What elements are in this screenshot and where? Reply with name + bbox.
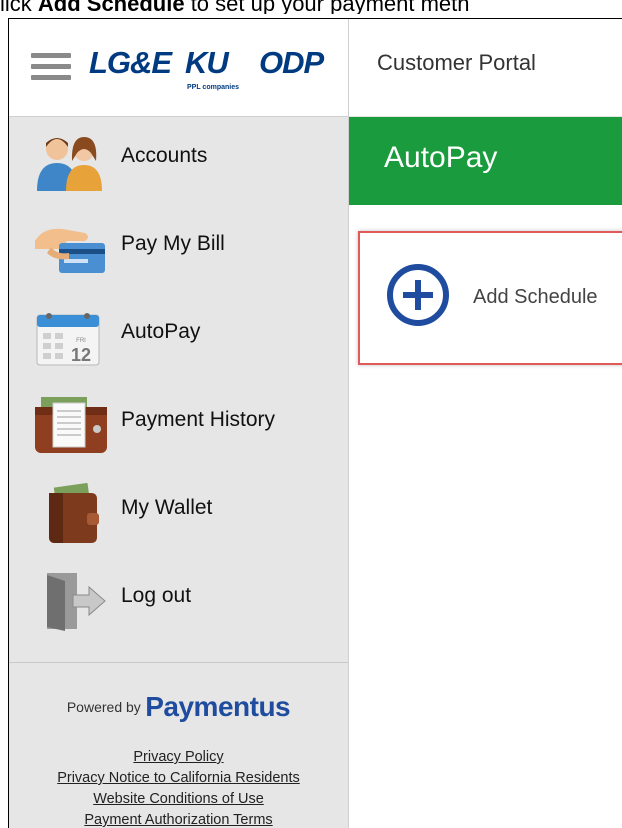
footer-links: Privacy Policy Privacy Notice to Califor… <box>9 747 348 828</box>
portal-title: Customer Portal <box>377 50 536 75</box>
hamburger-menu-icon[interactable] <box>31 53 71 83</box>
payment-authorization-link[interactable]: Payment Authorization Terms <box>9 810 348 828</box>
wallet-receipts-icon <box>35 397 107 453</box>
logo-ku: KU <box>185 45 229 80</box>
logout-door-icon <box>47 573 106 631</box>
caption-prefix: lick <box>0 0 38 14</box>
portal-window: LG&E KU ODP PPL companies Accounts Pay M… <box>8 18 622 828</box>
california-privacy-link[interactable]: Privacy Notice to California Residents <box>9 768 348 789</box>
sidebar-item-label: Payment History <box>121 408 276 431</box>
add-schedule-button[interactable]: Add Schedule <box>358 231 622 365</box>
sidebar-item-label: AutoPay <box>121 320 201 343</box>
sidebar-footer: Powered by Paymentus Privacy Policy Priv… <box>9 662 348 828</box>
sidebar: LG&E KU ODP PPL companies Accounts Pay M… <box>9 19 349 828</box>
calendar-day: 12 <box>71 345 91 365</box>
sidebar-item-pay-my-bill[interactable]: Pay My Bill <box>9 205 348 293</box>
sidebar-nav: Accounts Pay My Bill FRI 12 AutoPay Paym… <box>9 117 348 645</box>
topbar: Customer Portal <box>349 19 622 117</box>
add-schedule-label: Add Schedule <box>473 286 598 308</box>
wallet-icon <box>49 483 99 543</box>
people-icon <box>37 137 102 191</box>
logo-tagline: PPL companies <box>187 84 240 91</box>
utility-logo: LG&E KU ODP PPL companies <box>89 41 344 101</box>
paymentus-logo: Paymentus <box>145 691 291 722</box>
sidebar-item-accounts[interactable]: Accounts <box>9 117 348 205</box>
logo-lge: LG&E <box>89 45 172 80</box>
autopay-banner: AutoPay <box>349 117 622 205</box>
calendar-icon: FRI 12 <box>36 313 100 366</box>
caption-bold: Add Schedule <box>37 0 185 14</box>
logo-bar: LG&E KU ODP PPL companies <box>9 19 348 117</box>
caption-suffix: to set up your payment meth <box>184 0 470 14</box>
sidebar-item-label: My Wallet <box>121 496 213 519</box>
sidebar-item-label: Log out <box>121 584 192 607</box>
card-hand-icon <box>35 228 105 273</box>
logo-odp: ODP <box>259 45 324 80</box>
powered-by: Powered by Paymentus <box>9 691 348 723</box>
plus-circle-icon <box>387 264 449 326</box>
sidebar-item-my-wallet[interactable]: My Wallet <box>9 469 348 557</box>
calendar-weekday: FRI <box>76 338 86 344</box>
powered-by-label: Powered by <box>66 699 141 715</box>
sidebar-item-log-out[interactable]: Log out <box>9 557 348 645</box>
sidebar-item-label: Pay My Bill <box>121 232 225 255</box>
website-conditions-link[interactable]: Website Conditions of Use <box>9 789 348 810</box>
page-title: AutoPay <box>384 141 498 174</box>
sidebar-item-autopay[interactable]: FRI 12 AutoPay <box>9 293 348 381</box>
instruction-caption: lick Add Schedule to set up your payment… <box>0 0 622 14</box>
sidebar-item-payment-history[interactable]: Payment History <box>9 381 348 469</box>
sidebar-item-label: Accounts <box>121 144 208 167</box>
privacy-policy-link[interactable]: Privacy Policy <box>9 747 348 768</box>
